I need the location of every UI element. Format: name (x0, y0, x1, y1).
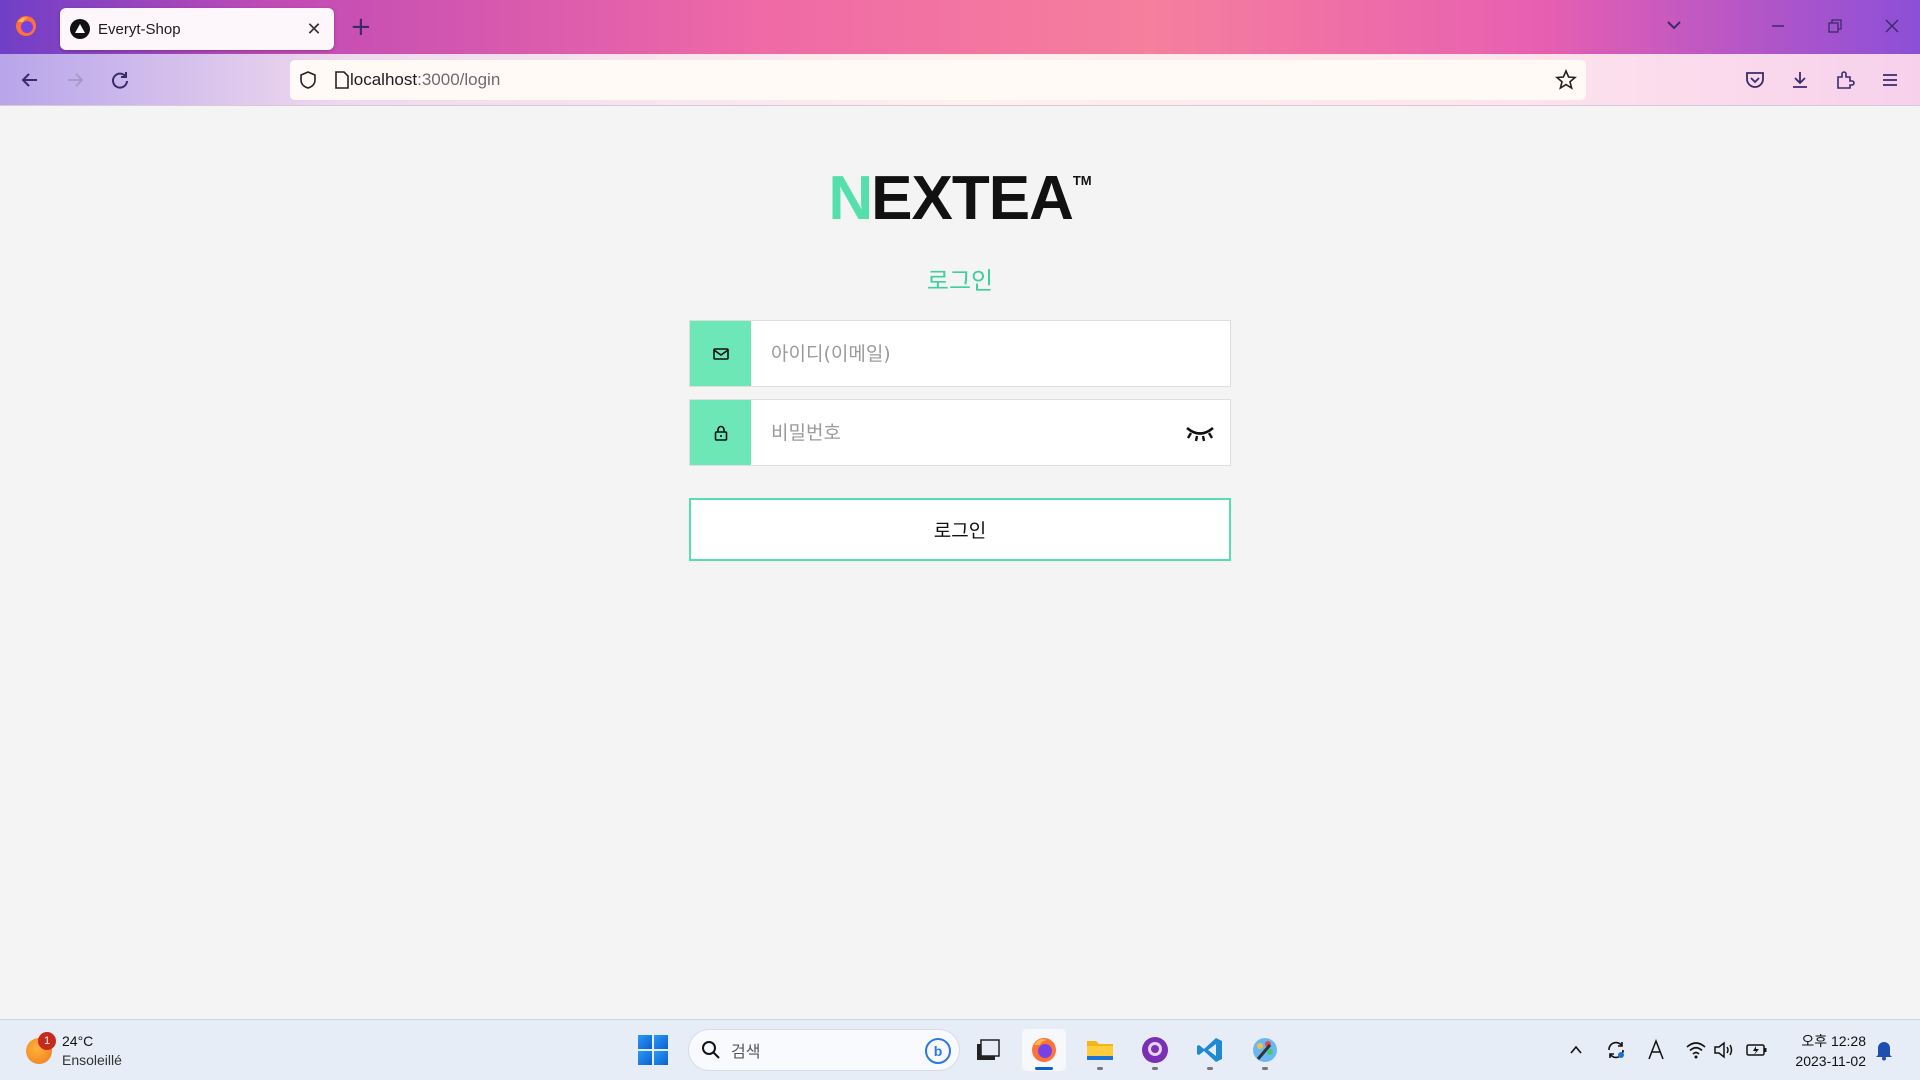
running-indicator (1262, 1067, 1268, 1070)
sun-icon: 1 (26, 1032, 56, 1064)
email-input[interactable] (751, 321, 1230, 386)
new-tab-button[interactable]: + (350, 12, 372, 42)
paint-icon[interactable] (1243, 1029, 1287, 1071)
minimize-icon[interactable] (1766, 14, 1790, 38)
tab-title: Everyt-Shop (98, 20, 181, 38)
notification-bell-icon[interactable] (1874, 1039, 1894, 1065)
nextea-logo: N EXTEA TM (828, 164, 1091, 237)
wifi-icon[interactable] (1684, 1038, 1708, 1062)
page-title: 로그인 (926, 267, 994, 295)
restore-icon[interactable] (1823, 14, 1847, 38)
running-indicator (1207, 1067, 1213, 1070)
shield-icon[interactable] (296, 68, 320, 92)
active-indicator (1035, 1067, 1053, 1070)
tab-everyt-shop[interactable]: Everyt-Shop ✕ (60, 8, 334, 50)
search-icon (702, 1041, 720, 1059)
url-host: localhost (350, 70, 418, 89)
windows-start-icon[interactable] (638, 1035, 668, 1065)
sync-icon[interactable] (1604, 1038, 1628, 1062)
password-field (689, 399, 1231, 466)
logo-letter-n: N (828, 164, 873, 233)
taskbar-search[interactable]: 검색 b (688, 1029, 960, 1071)
bookmark-star-icon[interactable] (1554, 68, 1578, 92)
search-placeholder: 검색 (731, 1042, 761, 1061)
login-page: NEXTEATM 로그인 로그인 (0, 107, 1920, 1019)
envelope-icon (690, 321, 751, 386)
volume-icon[interactable] (1712, 1038, 1736, 1062)
forward-icon[interactable] (61, 66, 89, 94)
url-path: :3000/login (417, 70, 501, 89)
weather-widget[interactable]: 1 24°C Ensoleillé (26, 1032, 122, 1070)
chevron-up-icon[interactable] (1564, 1038, 1588, 1062)
password-input[interactable] (751, 400, 1170, 465)
github-desktop-icon[interactable] (1133, 1029, 1177, 1071)
running-indicator (1152, 1067, 1158, 1070)
app-menu-icon[interactable] (1876, 66, 1904, 94)
input-language-icon[interactable] (1644, 1038, 1668, 1062)
clock-date: 2023-11-02 (1795, 1053, 1866, 1069)
lock-icon (690, 400, 751, 465)
downloads-icon[interactable] (1786, 66, 1814, 94)
logo-text: EXTEA (871, 164, 1074, 233)
page-icon[interactable] (330, 68, 354, 92)
running-indicator (1097, 1067, 1103, 1070)
file-explorer-icon[interactable] (1078, 1029, 1122, 1071)
logo-trademark: TM (1072, 173, 1092, 188)
email-field (689, 320, 1231, 387)
bing-icon[interactable]: b (925, 1038, 951, 1064)
list-all-tabs-icon[interactable] (1663, 14, 1685, 40)
pocket-icon[interactable] (1741, 66, 1769, 94)
eye-closed-icon[interactable] (1170, 400, 1230, 465)
taskbar-clock[interactable]: 오후 12:28 2023-11-02 (1776, 1031, 1866, 1071)
tab-close-icon[interactable]: ✕ (304, 19, 324, 40)
weather-description: Ensoleillé (62, 1052, 122, 1068)
battery-icon[interactable] (1745, 1038, 1769, 1062)
taskbar-firefox-icon[interactable] (1022, 1029, 1066, 1071)
browser-tab-bar: Everyt-Shop ✕ + (0, 0, 1920, 54)
firefox-icon[interactable] (14, 14, 38, 38)
notification-badge: 1 (38, 1032, 56, 1050)
close-window-icon[interactable] (1880, 14, 1904, 38)
vscode-icon[interactable] (1188, 1029, 1232, 1071)
reload-icon[interactable] (106, 66, 134, 94)
url-text: localhost:3000/login (350, 70, 500, 90)
task-view-icon[interactable] (966, 1029, 1010, 1071)
clock-time: 오후 12:28 (1801, 1033, 1866, 1049)
weather-temperature: 24°C (62, 1033, 94, 1049)
nextjs-favicon-icon (70, 19, 90, 39)
windows-taskbar: 1 24°C Ensoleillé 검색 b 오후 12:28 2023-11-… (0, 1019, 1920, 1080)
back-icon[interactable] (16, 66, 44, 94)
extensions-icon[interactable] (1831, 66, 1859, 94)
url-bar[interactable]: localhost:3000/login (290, 60, 1586, 100)
login-button[interactable]: 로그인 (689, 498, 1231, 561)
